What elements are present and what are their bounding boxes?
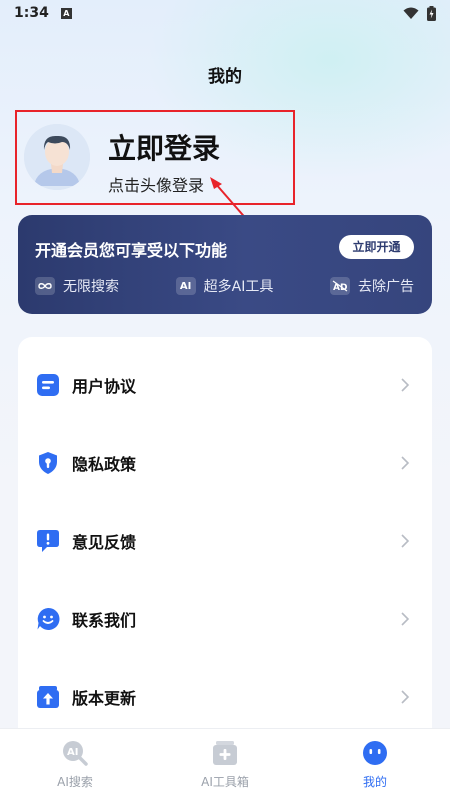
menu-item-label: 用户协议 xyxy=(72,377,137,396)
sim-badge-icon: A xyxy=(60,7,72,19)
update-box-icon xyxy=(37,686,59,708)
vip-feature-no-ads: AD 去除广告 xyxy=(330,276,414,296)
mine-face-icon xyxy=(363,741,387,765)
bottom-tab-bar: AI AI搜索 AI工具箱 我的 xyxy=(0,728,450,800)
wifi-icon xyxy=(403,7,419,19)
ai-search-icon: AI xyxy=(63,741,88,766)
vip-feature-label: 无限搜索 xyxy=(63,279,119,295)
tab-ai-toolbox[interactable]: AI工具箱 xyxy=(150,729,300,800)
chevron-right-icon xyxy=(401,456,410,470)
smile-chat-icon xyxy=(37,607,60,630)
avatar-person-icon xyxy=(24,124,90,190)
svg-text:AI: AI xyxy=(67,747,78,758)
chevron-right-icon xyxy=(401,612,410,626)
status-time: 1:34 xyxy=(14,5,49,21)
feedback-icon xyxy=(37,530,59,552)
chevron-right-icon xyxy=(401,378,410,392)
menu-item-contact-us[interactable]: 联系我们 xyxy=(18,589,432,649)
tab-label: AI搜索 xyxy=(57,775,93,789)
chevron-right-icon xyxy=(401,534,410,548)
tab-label: 我的 xyxy=(362,775,387,789)
vip-feature-ai-tools: AI 超多AI工具 xyxy=(175,276,274,296)
menu-item-label: 联系我们 xyxy=(72,611,137,630)
tab-mine[interactable]: 我的 xyxy=(300,729,450,800)
avatar[interactable] xyxy=(24,124,90,190)
vip-title: 开通会员您可享受以下功能 xyxy=(35,241,228,260)
page-title: 我的 xyxy=(208,67,242,87)
menu-item-privacy-policy[interactable]: 隐私政策 xyxy=(18,433,432,493)
vip-features: 无限搜索 AI 超多AI工具 AD 去除广告 xyxy=(35,275,414,297)
vip-feature-label: 超多AI工具 xyxy=(203,279,274,295)
status-bar: 1:34 A xyxy=(0,0,450,26)
tab-label: AI工具箱 xyxy=(201,775,249,789)
login-title[interactable]: 立即登录 xyxy=(108,127,220,167)
status-icons xyxy=(403,5,436,21)
menu-item-user-agreement[interactable]: 用户协议 xyxy=(18,355,432,415)
vip-feature-unlimited-search: 无限搜索 xyxy=(35,276,119,296)
no-ads-icon: AD xyxy=(330,277,350,295)
vip-card: 开通会员您可享受以下功能 立即开通 无限搜索 AI 超多AI工具 AD 去除广告 xyxy=(18,215,432,314)
menu-item-label: 版本更新 xyxy=(72,689,137,708)
vip-open-button[interactable]: 立即开通 xyxy=(339,235,414,259)
ai-toolbox-icon xyxy=(213,741,237,765)
menu-item-label: 意见反馈 xyxy=(72,533,137,552)
infinity-icon xyxy=(35,277,55,295)
settings-menu: 用户协议 隐私政策 意见反馈 联系我们 版本更新 xyxy=(18,337,432,777)
chevron-right-icon xyxy=(401,690,410,704)
svg-text:AD: AD xyxy=(333,283,347,292)
ai-icon: AI xyxy=(175,277,196,295)
login-subtitle[interactable]: 点击头像登录 xyxy=(108,172,204,196)
shield-icon xyxy=(39,452,57,474)
menu-item-version-update[interactable]: 版本更新 xyxy=(18,667,432,727)
menu-item-feedback[interactable]: 意见反馈 xyxy=(18,511,432,571)
vip-feature-label: 去除广告 xyxy=(358,279,414,295)
battery-icon xyxy=(427,5,436,21)
menu-item-label: 隐私政策 xyxy=(72,455,137,474)
tab-ai-search[interactable]: AI AI搜索 xyxy=(0,729,150,800)
document-icon xyxy=(37,374,59,396)
login-profile-box[interactable]: 立即登录 点击头像登录 xyxy=(15,110,295,205)
